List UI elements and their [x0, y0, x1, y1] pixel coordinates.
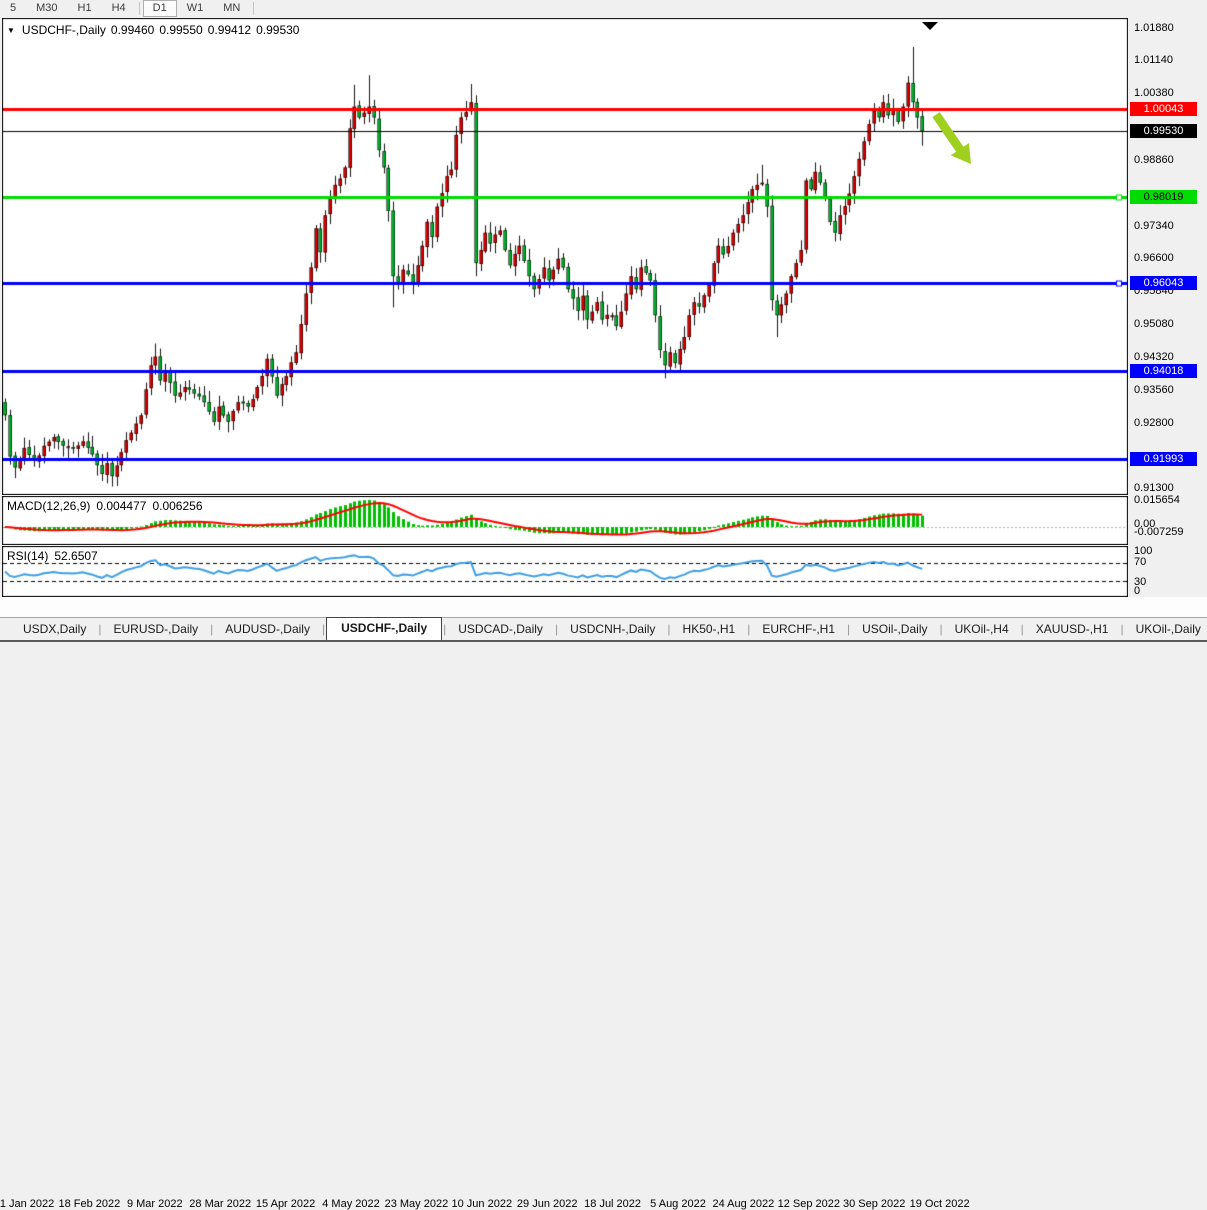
- tab-eurusd-daily[interactable]: EURUSD-,Daily: [102, 619, 209, 640]
- price-tick-label: 1.01880: [1134, 22, 1174, 34]
- chart-title: ▼ USDCHF-,Daily 0.99460 0.99550 0.99412 …: [7, 23, 299, 37]
- ohlc-low: 0.99412: [208, 23, 251, 37]
- date-tick-label: 9 Mar 2022: [127, 1198, 183, 1210]
- timeframe-button-5[interactable]: 5: [0, 0, 26, 17]
- tab-usdcad-daily[interactable]: USDCAD-,Daily: [447, 619, 554, 640]
- timeframe-button-m30[interactable]: M30: [26, 0, 67, 17]
- tab-usoil-daily[interactable]: USOil-,Daily: [851, 619, 938, 640]
- timeframe-button-d1[interactable]: D1: [143, 0, 177, 17]
- symbol-dropdown-icon[interactable]: ▼: [7, 26, 15, 35]
- tab-xauusd-h1[interactable]: XAUUSD-,H1: [1025, 619, 1120, 640]
- tab-usdx-daily[interactable]: USDX,Daily: [12, 619, 97, 640]
- tab-eurchf-h1[interactable]: EURCHF-,H1: [751, 619, 846, 640]
- rsi-tick-label: 0: [1134, 585, 1140, 597]
- timeframe-button-h4[interactable]: H4: [102, 0, 136, 17]
- price-tick-label: 0.94320: [1134, 351, 1174, 363]
- date-tick-label: 4 May 2022: [322, 1198, 379, 1210]
- chart-symbol-label: USDCHF-,Daily: [22, 23, 106, 37]
- date-axis: 31 Jan 202218 Feb 20229 Mar 202228 Mar 2…: [0, 597, 1207, 617]
- date-tick-label: 15 Apr 2022: [256, 1198, 315, 1210]
- down-arrow-annotation[interactable]: [930, 112, 980, 170]
- price-tick-label: 0.97340: [1134, 220, 1174, 232]
- tab-audusd-daily[interactable]: AUDUSD-,Daily: [214, 619, 321, 640]
- macd-tick-label: -0.007259: [1134, 526, 1184, 538]
- price-level-badge-0-91993: 0.91993: [1130, 452, 1197, 466]
- macd-tick-label: 0.015654: [1134, 494, 1180, 506]
- rsi-tick-label: 70: [1134, 556, 1146, 568]
- macd-indicator-label: MACD(12,26,9) 0.004477 0.006256: [7, 499, 203, 513]
- price-level-badge-0-96043: 0.96043: [1130, 276, 1197, 290]
- date-tick-label: 23 May 2022: [385, 1198, 449, 1210]
- date-tick-label: 24 Aug 2022: [712, 1198, 774, 1210]
- timeframe-toolbar: 5M30H1H4 D1W1MN: [0, 0, 1207, 17]
- date-tick-label: 5 Aug 2022: [650, 1198, 706, 1210]
- timeframe-button-w1[interactable]: W1: [177, 0, 214, 17]
- macd-main-value: 0.004477: [96, 499, 146, 513]
- tab-ukoil-h4[interactable]: UKOil-,H4: [944, 619, 1020, 640]
- price-tick-label: 1.01140: [1134, 54, 1173, 66]
- rsi-indicator-label: RSI(14) 52.6507: [7, 549, 98, 563]
- date-tick-label: 10 Jun 2022: [452, 1198, 513, 1210]
- price-level-badge-0-98019: 0.98019: [1130, 190, 1197, 204]
- tab-usdcnh-daily[interactable]: USDCNH-,Daily: [559, 619, 666, 640]
- ohlc-close: 0.99530: [256, 23, 299, 37]
- symbol-tab-bar: USDX,Daily|EURUSD-,Daily|AUDUSD-,Daily|U…: [0, 618, 1207, 642]
- toolbar-separator: [253, 2, 254, 15]
- date-tick-label: 19 Oct 2022: [910, 1198, 970, 1210]
- down-triangle-marker-icon: [922, 22, 938, 30]
- rsi-panel-canvas[interactable]: [2, 546, 1128, 597]
- price-tick-label: 0.93560: [1134, 384, 1174, 396]
- macd-name: MACD(12,26,9): [7, 499, 90, 513]
- price-level-badge-0-94018: 0.94018: [1130, 364, 1197, 378]
- date-tick-label: 18 Feb 2022: [59, 1198, 121, 1210]
- tab-hk50-h1[interactable]: HK50-,H1: [672, 619, 747, 640]
- date-tick-label: 18 Jul 2022: [584, 1198, 641, 1210]
- date-tick-label: 12 Sep 2022: [778, 1198, 840, 1210]
- date-tick-label: 29 Jun 2022: [517, 1198, 578, 1210]
- rsi-name: RSI(14): [7, 549, 48, 563]
- price-tick-label: 0.91300: [1134, 482, 1174, 494]
- price-tick-label: 0.92800: [1134, 417, 1174, 429]
- date-tick-label: 30 Sep 2022: [843, 1198, 905, 1210]
- tab-ukoil-daily[interactable]: UKOil-,Daily: [1125, 619, 1207, 640]
- ohlc-high: 0.99550: [159, 23, 202, 37]
- date-tick-label: 31 Jan 2022: [0, 1198, 54, 1210]
- price-level-badge-0-99530: 0.99530: [1130, 124, 1197, 138]
- toolbar-separator: [139, 2, 140, 15]
- price-tick-label: 0.98860: [1134, 154, 1174, 166]
- date-tick-label: 28 Mar 2022: [189, 1198, 251, 1210]
- price-tick-label: 1.00380: [1134, 87, 1174, 99]
- price-tick-label: 0.96600: [1134, 252, 1174, 264]
- price-tick-label: 0.95080: [1134, 318, 1174, 330]
- macd-signal-value: 0.006256: [152, 499, 202, 513]
- rsi-value: 52.6507: [54, 549, 97, 563]
- timeframe-button-mn[interactable]: MN: [213, 0, 250, 17]
- timeframe-button-h1[interactable]: H1: [68, 0, 102, 17]
- price-level-badge-1-00043: 1.00043: [1130, 102, 1197, 116]
- tab-usdchf-daily[interactable]: USDCHF-,Daily: [326, 617, 442, 640]
- main-chart-canvas[interactable]: [2, 18, 1128, 495]
- ohlc-open: 0.99460: [111, 23, 154, 37]
